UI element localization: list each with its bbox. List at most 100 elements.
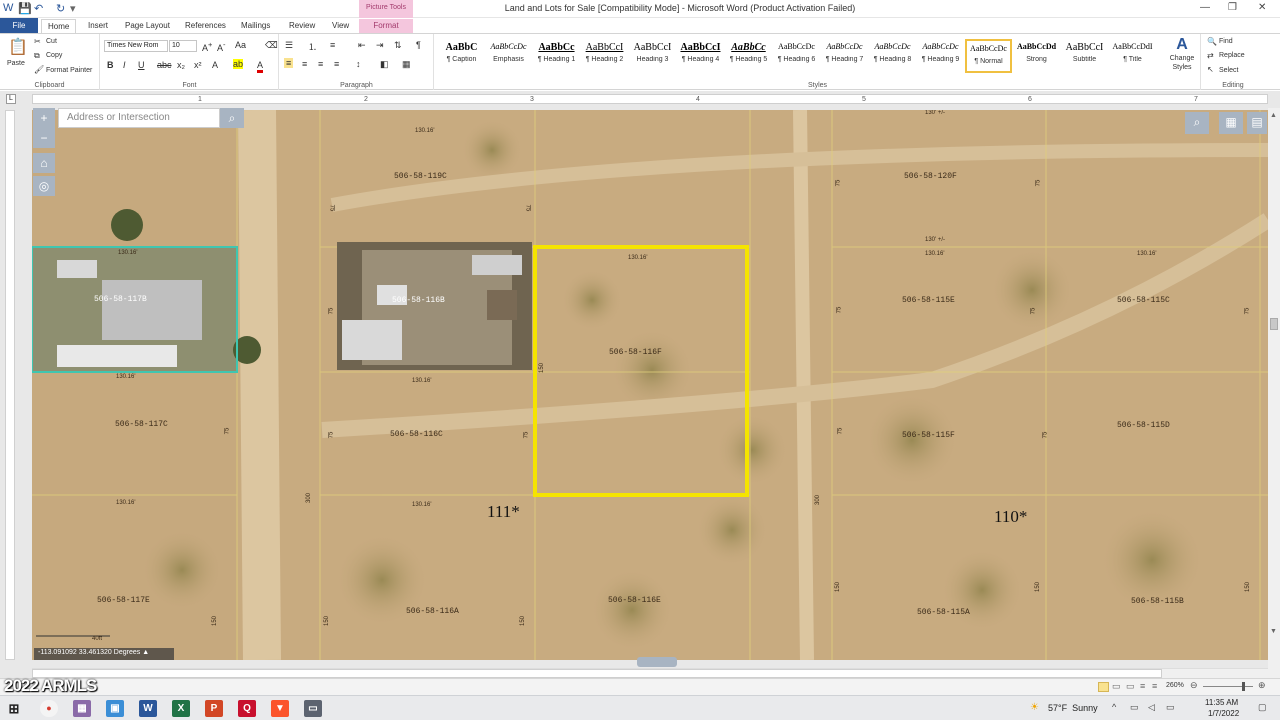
zoom-slider-thumb[interactable] xyxy=(1242,682,1245,691)
scroll-up-icon[interactable]: ▲ xyxy=(1270,112,1277,119)
shading-icon[interactable]: ◧ xyxy=(380,59,389,70)
zoom-level[interactable]: 260% xyxy=(1166,682,1184,689)
tab-review[interactable]: Review xyxy=(283,19,321,33)
aerial-map-image[interactable]: 506-58-119C 506-58-120F 506-58-117B 506-… xyxy=(32,110,1268,660)
customize-quick-access-icon[interactable]: ▾ xyxy=(70,2,76,15)
zoom-out-button[interactable]: − xyxy=(33,128,55,148)
clock-date[interactable]: 1/7/2022 xyxy=(1208,709,1239,718)
style-heading-3[interactable]: AaBbCcI Heading 3 xyxy=(629,39,676,73)
tab-format[interactable]: Format xyxy=(359,19,413,33)
basemap-icon[interactable]: ▤ xyxy=(1247,112,1267,134)
style-title[interactable]: AaBbCcDdI ¶ Title xyxy=(1109,39,1156,73)
grow-font-icon[interactable]: A+ xyxy=(202,40,212,53)
remote-desktop-icon[interactable]: ▭ xyxy=(304,700,322,717)
tab-references[interactable]: References xyxy=(179,19,232,33)
clock-time[interactable]: 11:35 AM xyxy=(1205,698,1238,707)
change-case-icon[interactable]: Aa xyxy=(235,40,246,50)
tab-page-layout[interactable]: Page Layout xyxy=(119,19,176,33)
style-heading-6[interactable]: AaBbCcDc ¶ Heading 6 xyxy=(773,39,820,73)
numbering-icon[interactable]: ⒈ xyxy=(308,40,317,53)
map-search-icon[interactable]: ⌕ xyxy=(1185,112,1209,134)
font-size-select[interactable]: 10 xyxy=(169,40,197,52)
style-heading-9[interactable]: AaBbCcDc ¶ Heading 9 xyxy=(917,39,964,73)
tab-file[interactable]: File xyxy=(0,18,38,33)
style-heading-7[interactable]: AaBbCcDc ¶ Heading 7 xyxy=(821,39,868,73)
minimize-button[interactable]: — xyxy=(1200,2,1210,13)
line-spacing-icon[interactable]: ↕ xyxy=(356,59,361,69)
bullets-icon[interactable]: ☰ xyxy=(285,40,293,51)
decrease-indent-icon[interactable]: ⇤ xyxy=(358,40,366,51)
horizontal-scroll-thumb[interactable] xyxy=(32,669,1162,678)
vertical-ruler[interactable] xyxy=(5,110,15,660)
style-caption[interactable]: AaBbC ¶ Caption xyxy=(438,39,485,73)
tab-view[interactable]: View xyxy=(326,19,355,33)
justify-icon[interactable]: ≡ xyxy=(334,59,339,69)
superscript-icon[interactable]: x² xyxy=(194,60,202,70)
tab-home[interactable]: Home xyxy=(41,19,77,33)
paste-button[interactable]: Paste xyxy=(7,60,25,67)
align-left-icon[interactable]: ≡ xyxy=(284,58,294,68)
horizontal-scrollbar[interactable] xyxy=(32,657,1268,678)
shrink-font-icon[interactable]: A- xyxy=(217,40,226,53)
style-heading-2[interactable]: AaBbCcI ¶ Heading 2 xyxy=(581,39,628,73)
windows-start-icon[interactable]: ⊞ xyxy=(5,700,23,717)
align-right-icon[interactable]: ≡ xyxy=(318,59,323,69)
style-strong[interactable]: AaBbCcDd Strong xyxy=(1013,39,1060,73)
multilevel-list-icon[interactable]: ≡ xyxy=(330,40,335,50)
outline-icon[interactable]: ≡ xyxy=(1140,681,1145,691)
paste-icon[interactable]: 📋 xyxy=(8,37,28,57)
copy-button[interactable]: Copy xyxy=(46,52,62,59)
draft-icon[interactable]: ≡ xyxy=(1152,681,1157,691)
sort-icon[interactable]: ⇅ xyxy=(394,40,402,51)
bold-icon[interactable]: B xyxy=(107,60,114,70)
align-center-icon[interactable]: ≡ xyxy=(302,59,307,69)
weather-text[interactable]: 57°F Sunny xyxy=(1048,703,1098,713)
style-heading-8[interactable]: AaBbCcDc ¶ Heading 8 xyxy=(869,39,916,73)
style-heading-5[interactable]: AaBbCc ¶ Heading 5 xyxy=(725,39,772,73)
clear-formatting-icon[interactable]: ⌫ xyxy=(265,40,278,51)
tab-selector-icon[interactable]: L xyxy=(6,94,16,104)
font-family-select[interactable]: Times New Rom xyxy=(104,40,168,52)
map-expand-tab[interactable] xyxy=(637,657,677,667)
find-button[interactable]: Find xyxy=(1219,38,1233,45)
chrome-icon[interactable]: ● xyxy=(40,700,58,717)
style-heading-1[interactable]: AaBbCc ¶ Heading 1 xyxy=(533,39,580,73)
tab-insert[interactable]: Insert xyxy=(82,19,114,33)
style-subtitle[interactable]: AaBbCcI Subtitle xyxy=(1061,39,1108,73)
print-layout-icon[interactable] xyxy=(1098,682,1109,692)
strikethrough-icon[interactable]: abc xyxy=(157,60,172,70)
select-button[interactable]: Select xyxy=(1219,67,1238,74)
highlight-icon[interactable]: ab xyxy=(233,59,244,69)
close-button[interactable]: ✕ xyxy=(1258,2,1266,13)
battery-icon[interactable]: ▭ xyxy=(1166,702,1175,713)
redo-icon[interactable]: ↻ xyxy=(56,2,65,15)
zoom-in-button[interactable]: + xyxy=(33,108,55,128)
vertical-scrollbar[interactable]: ▲ ▼ xyxy=(1268,108,1280,678)
locate-icon[interactable]: ◎ xyxy=(33,176,55,196)
tab-mailings[interactable]: Mailings xyxy=(235,19,276,33)
italic-icon[interactable]: I xyxy=(123,60,126,70)
notifications-icon[interactable]: ▢ xyxy=(1258,702,1267,713)
subscript-icon[interactable]: x₂ xyxy=(177,60,185,70)
cut-button[interactable]: Cut xyxy=(46,38,57,45)
style-emphasis[interactable]: AaBbCcDc Emphasis xyxy=(485,39,532,73)
replace-button[interactable]: Replace xyxy=(1219,52,1245,59)
text-effects-icon[interactable]: A xyxy=(212,60,218,70)
zoom-in-icon[interactable]: ⊕ xyxy=(1258,680,1266,691)
home-icon[interactable]: ⌂ xyxy=(33,153,55,173)
save-icon[interactable]: 💾 xyxy=(18,2,32,15)
powerpoint-icon[interactable]: P xyxy=(205,700,223,717)
excel-icon[interactable]: X xyxy=(172,700,190,717)
search-icon[interactable]: ⌕ xyxy=(220,108,244,128)
web-layout-icon[interactable]: ▭ xyxy=(1126,681,1135,692)
change-styles-button[interactable]: A Change Styles xyxy=(1165,36,1199,80)
full-screen-reading-icon[interactable]: ▭ xyxy=(1112,681,1121,692)
address-search-input[interactable]: Address or Intersection xyxy=(58,108,220,128)
collapse-icon[interactable]: ▲ xyxy=(142,649,149,656)
style-normal[interactable]: AaBbCcDc ¶ Normal xyxy=(965,39,1012,73)
increase-indent-icon[interactable]: ⇥ xyxy=(376,40,384,51)
layers-grid-icon[interactable]: ▦ xyxy=(1219,112,1243,134)
underline-icon[interactable]: U xyxy=(138,60,145,70)
style-heading-4[interactable]: AaBbCcI ¶ Heading 4 xyxy=(677,39,724,73)
photos-icon[interactable]: ▦ xyxy=(73,700,91,717)
